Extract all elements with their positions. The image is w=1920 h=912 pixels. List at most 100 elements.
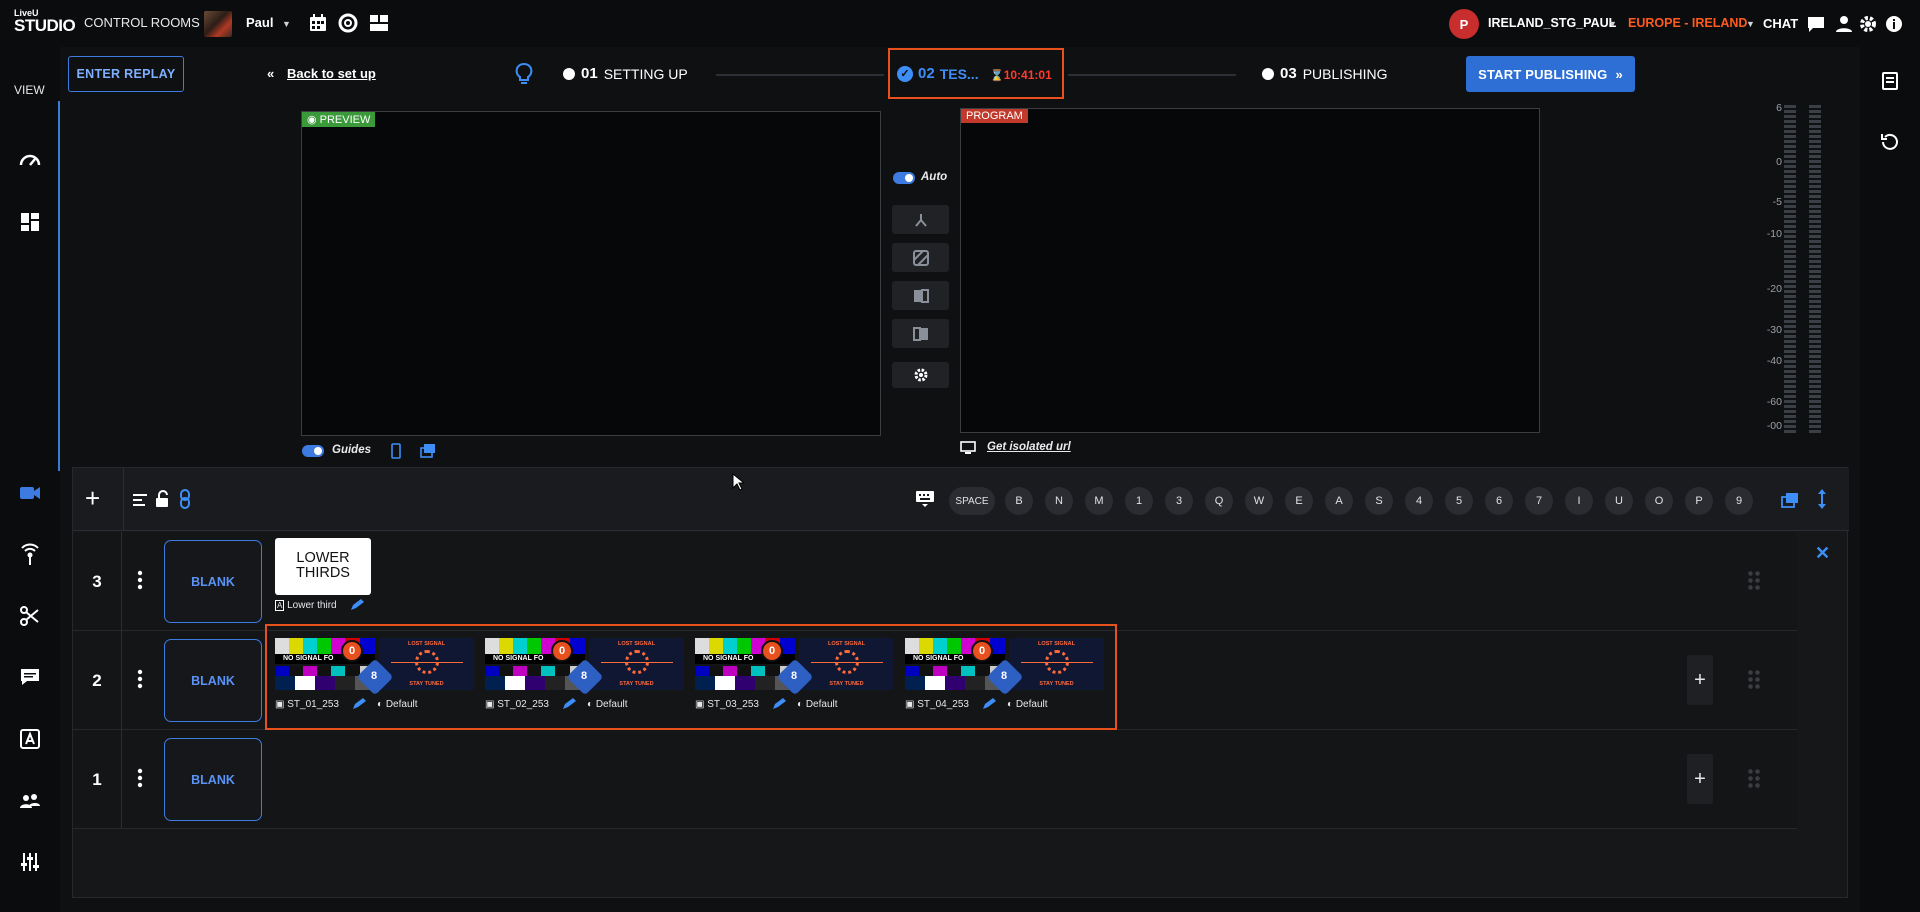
user-name[interactable]: Paul (246, 15, 273, 30)
kebab-menu-icon[interactable] (137, 767, 143, 789)
unlock-icon[interactable] (154, 490, 170, 508)
account-avatar[interactable]: P (1449, 9, 1479, 39)
slide-transition-button[interactable] (892, 281, 949, 310)
shortcut-key[interactable]: I (1565, 487, 1593, 515)
meter-tick: -00 (1766, 420, 1782, 432)
blank-button[interactable]: BLANK (164, 738, 262, 821)
step-publishing[interactable]: 03 PUBLISHING (1262, 65, 1388, 82)
dashboard-gauge-icon[interactable] (18, 149, 42, 173)
wipe-transition-button[interactable] (892, 243, 949, 272)
kebab-menu-icon[interactable] (137, 569, 143, 591)
slide-out-transition-button[interactable] (892, 319, 949, 348)
shortcut-key[interactable]: M (1085, 487, 1113, 515)
scissors-icon[interactable] (18, 604, 42, 628)
cut-transition-button[interactable] (892, 205, 949, 234)
shortcut-key[interactable]: 3 (1165, 487, 1193, 515)
region-caret-icon[interactable]: ▼ (1746, 19, 1755, 29)
lower-thirds-thumbnail[interactable]: LOWER THIRDS (275, 538, 371, 595)
monitor-icon (960, 441, 976, 454)
video-camera-icon[interactable] (18, 481, 42, 505)
audio-meter-scale: 6 0 -5 -10 -20 -30 -40 -60 -00 (1752, 102, 1782, 432)
meter-tick: 6 (1776, 102, 1782, 114)
kebab-menu-icon[interactable] (137, 668, 143, 690)
settings-gear-icon[interactable] (1858, 14, 1878, 34)
shortcut-key[interactable]: U (1605, 487, 1633, 515)
participants-icon[interactable] (18, 789, 42, 813)
multiview-icon[interactable] (420, 443, 436, 459)
close-panel-icon[interactable]: ✕ (1815, 543, 1830, 564)
shortcut-key[interactable]: SPACE (949, 487, 995, 515)
chat-label[interactable]: CHAT (1763, 16, 1798, 31)
mixer-sliders-icon[interactable] (18, 850, 42, 874)
history-undo-icon[interactable] (1880, 131, 1900, 151)
liveu-studio-logo[interactable]: LiveU STUDIO (14, 8, 76, 38)
start-publishing-button[interactable]: START PUBLISHING » (1466, 56, 1635, 92)
get-isolated-url-link[interactable]: Get isolated url (987, 441, 1071, 453)
user-profile-icon[interactable] (1834, 14, 1854, 34)
broadcast-icon[interactable] (18, 543, 42, 567)
align-left-icon[interactable] (132, 492, 148, 508)
support-lifebuoy-icon[interactable] (338, 13, 358, 33)
wipe-icon (912, 249, 929, 266)
layout-icon[interactable] (369, 13, 389, 33)
info-icon[interactable] (1884, 14, 1904, 34)
rundown-list-icon[interactable] (1880, 71, 1900, 91)
drag-handle-icon[interactable] (1747, 570, 1761, 592)
account-name[interactable]: IRELAND_STG_PAUL (1488, 16, 1616, 30)
shortcut-key[interactable]: O (1645, 487, 1673, 515)
lightbulb-tip-icon[interactable] (515, 62, 533, 86)
shortcut-key[interactable]: E (1285, 487, 1313, 515)
account-caret-icon[interactable]: ▼ (1608, 19, 1617, 29)
keyboard-icon[interactable] (915, 490, 935, 508)
shortcut-key[interactable]: 4 (1405, 487, 1433, 515)
add-source-button[interactable]: + (1687, 754, 1713, 804)
shortcut-key[interactable]: Q (1205, 487, 1233, 515)
auto-toggle[interactable] (893, 172, 915, 184)
shortcut-key[interactable]: A (1325, 487, 1353, 515)
shortcut-key[interactable]: B (1005, 487, 1033, 515)
chat-icon[interactable] (1806, 14, 1826, 34)
shortcut-key[interactable]: 1 (1125, 487, 1153, 515)
duplicate-layers-icon[interactable] (1781, 492, 1799, 508)
transition-settings-button[interactable] (892, 362, 949, 388)
shortcut-key[interactable]: 5 (1445, 487, 1473, 515)
layer-row-3: 3 BLANK LOWER THIRDS A Lower third (73, 532, 1797, 631)
drag-handle-icon[interactable] (1747, 768, 1761, 790)
expand-vertical-icon[interactable] (1817, 488, 1827, 510)
text-graphic-icon[interactable] (18, 727, 42, 751)
drag-handle-icon[interactable] (1747, 669, 1761, 691)
shortcut-key[interactable]: 6 (1485, 487, 1513, 515)
calendar-icon[interactable] (308, 13, 328, 33)
user-caret-icon[interactable]: ▼ (282, 19, 291, 29)
sources-highlight-box (265, 624, 1117, 730)
shortcut-key[interactable]: 7 (1525, 487, 1553, 515)
control-rooms-link[interactable]: CONTROL ROOMS (84, 15, 200, 30)
enter-replay-button[interactable]: ENTER REPLAY (68, 56, 184, 92)
blank-button[interactable]: BLANK (164, 639, 262, 722)
layouts-grid-icon[interactable] (18, 210, 42, 234)
step-timer: ⌛10:41:01 (990, 68, 1052, 82)
add-layer-plus-icon[interactable]: + (85, 485, 100, 511)
shortcut-key[interactable]: S (1365, 487, 1393, 515)
back-to-setup-link[interactable]: «Back to set up (267, 66, 376, 81)
shortcut-key[interactable]: 9 (1725, 487, 1753, 515)
region-selector[interactable]: EUROPE - IRELAND (1628, 16, 1747, 30)
layer-number: 3 (73, 532, 122, 631)
step-setting-up[interactable]: 01 SETTING UP (563, 65, 688, 82)
link-chain-icon[interactable] (178, 489, 192, 509)
shortcut-key[interactable]: P (1685, 487, 1713, 515)
step-testing[interactable]: ✓ 02 TES... (897, 65, 979, 82)
guides-toggle[interactable] (302, 445, 324, 457)
preview-monitor[interactable] (301, 111, 881, 436)
program-monitor[interactable] (960, 108, 1540, 433)
add-source-button[interactable]: + (1687, 655, 1713, 705)
edit-pencil-icon[interactable] (349, 598, 365, 612)
user-avatar[interactable] (204, 11, 232, 37)
layers-toolbar: + SPACE B N M 1 3 Q W E A S 4 5 6 7 I U … (73, 468, 1849, 531)
shortcut-key[interactable]: N (1045, 487, 1073, 515)
shortcut-key[interactable]: W (1245, 487, 1273, 515)
audio-meter-left (1784, 105, 1796, 433)
message-icon[interactable] (18, 665, 42, 689)
blank-button[interactable]: BLANK (164, 540, 262, 623)
mobile-preview-icon[interactable] (390, 443, 402, 459)
